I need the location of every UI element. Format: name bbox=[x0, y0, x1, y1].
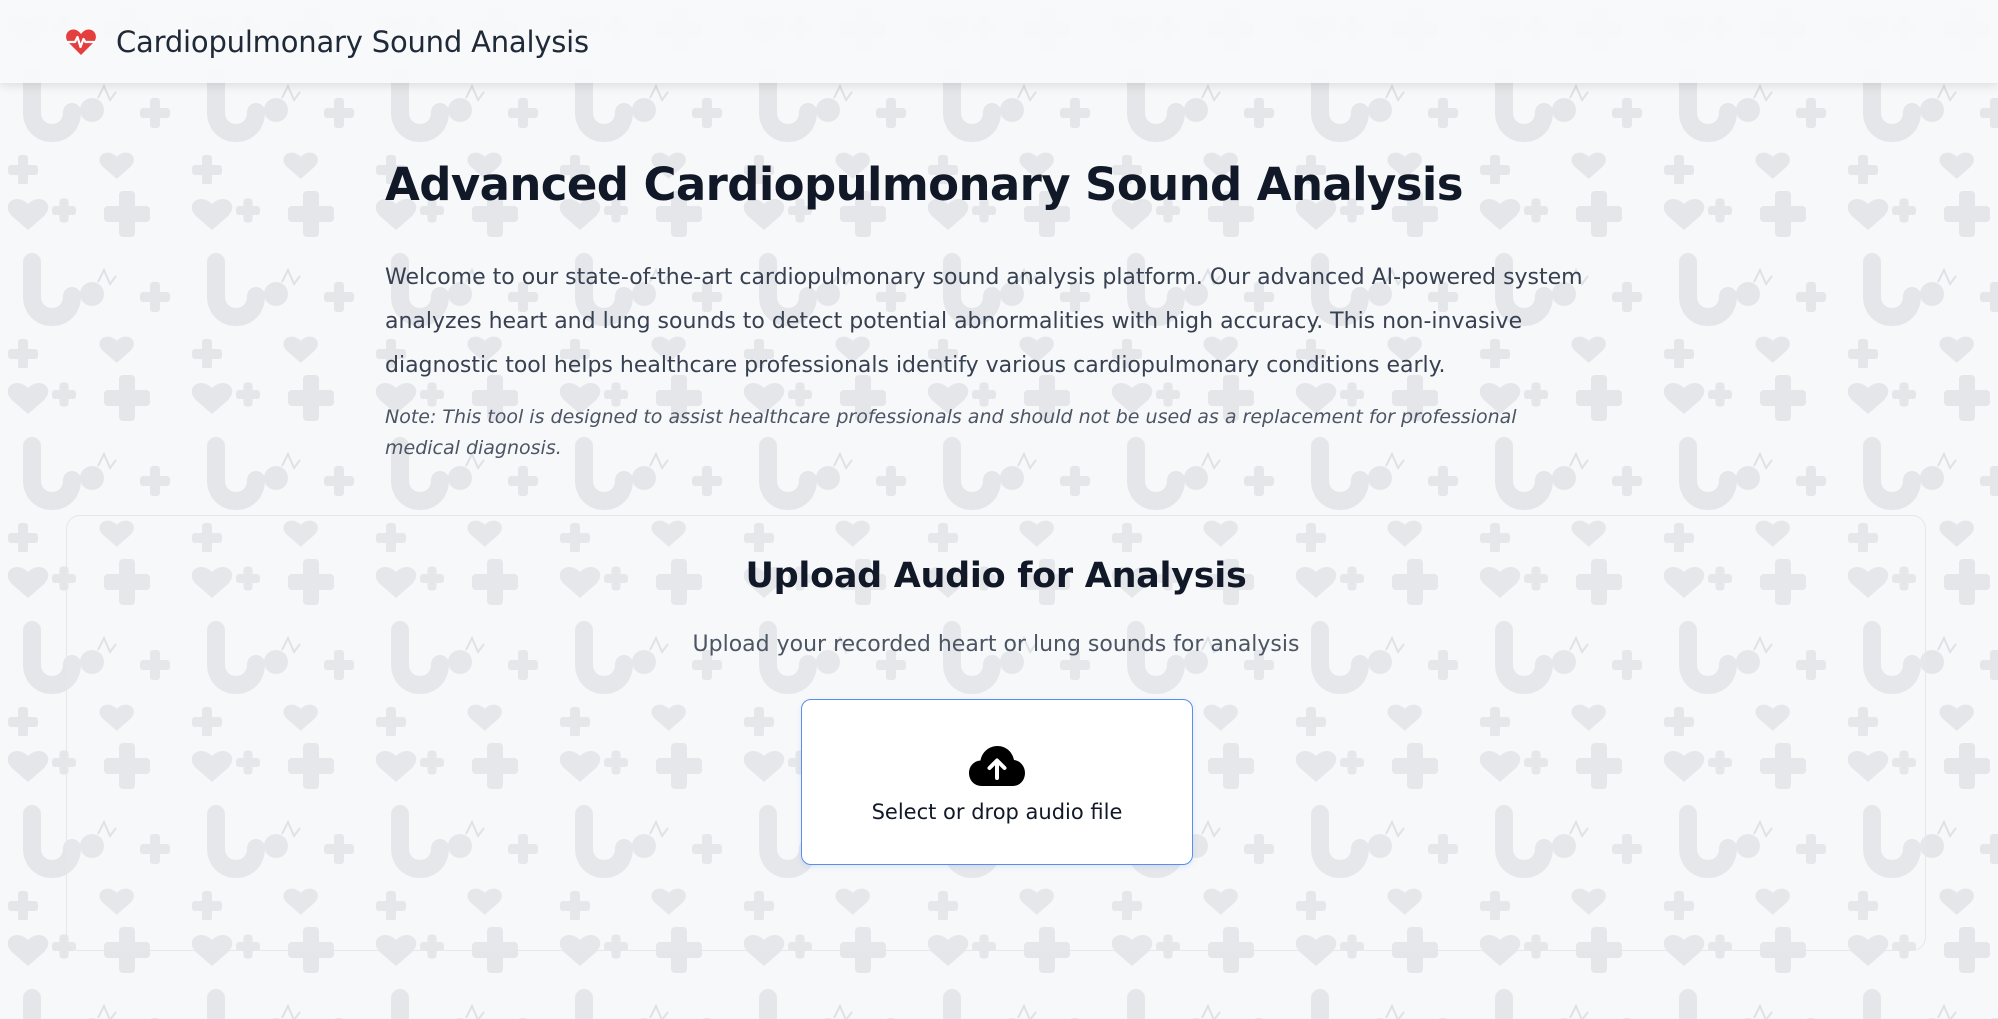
heart-pulse-icon bbox=[64, 25, 98, 59]
upload-title: Upload Audio for Analysis bbox=[745, 556, 1247, 596]
cloud-upload-icon bbox=[968, 744, 1026, 788]
page-title: Advanced Cardiopulmonary Sound Analysis bbox=[385, 158, 1464, 211]
app-title[interactable]: Cardiopulmonary Sound Analysis bbox=[116, 25, 589, 59]
upload-subtitle: Upload your recorded heart or lung sound… bbox=[692, 632, 1300, 657]
upload-panel: Upload Audio for Analysis Upload your re… bbox=[66, 515, 1926, 951]
hero-section: Advanced Cardiopulmonary Sound Analysis … bbox=[385, 150, 1625, 464]
dropzone-label: Select or drop audio file bbox=[871, 800, 1123, 824]
top-navbar: Cardiopulmonary Sound Analysis bbox=[0, 0, 1998, 83]
disclaimer-note: Note: This tool is designed to assist he… bbox=[385, 406, 1517, 459]
intro-paragraph: Welcome to our state-of-the-art cardiopu… bbox=[385, 265, 1583, 378]
audio-dropzone[interactable]: Select or drop audio file bbox=[801, 699, 1193, 865]
